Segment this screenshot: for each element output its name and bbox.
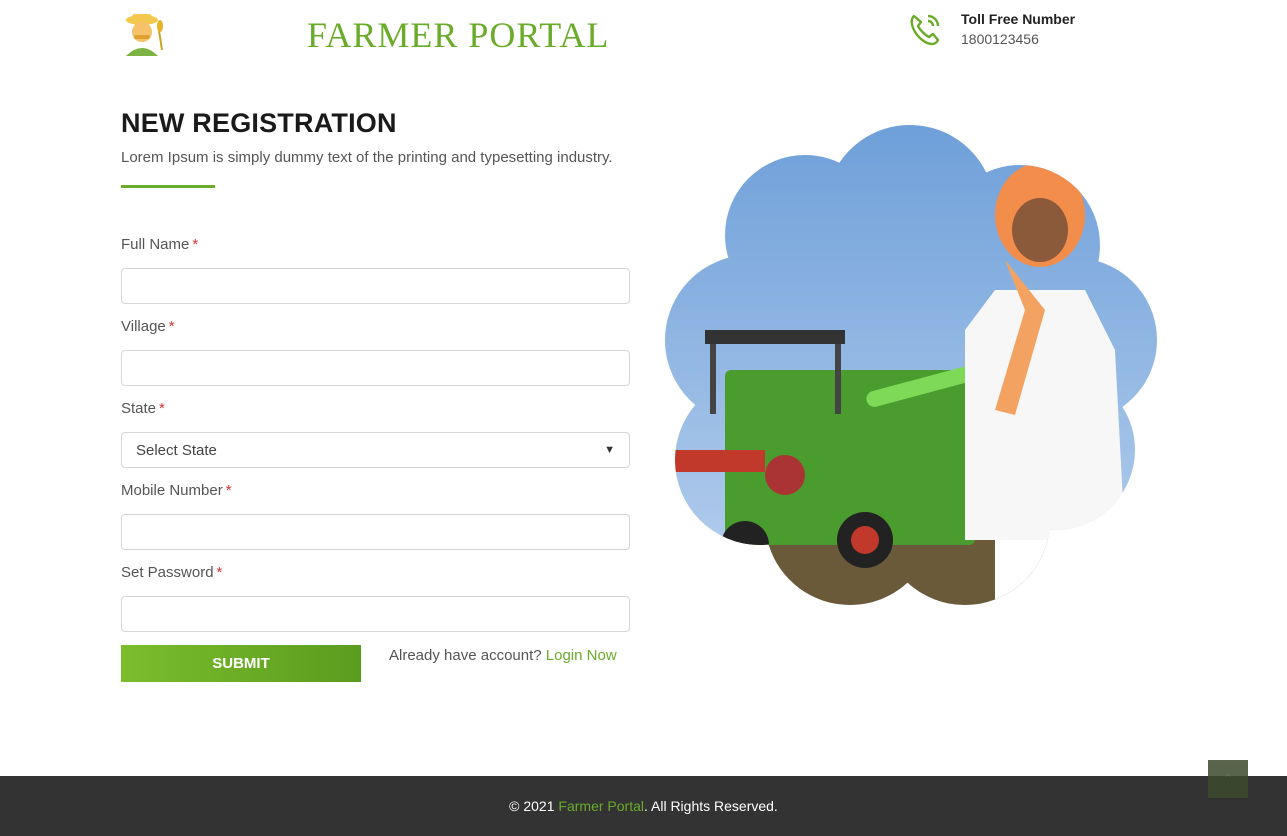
password-group: Set Password * — [121, 564, 630, 632]
required-mark: * — [192, 236, 199, 253]
village-label: Village * — [121, 318, 175, 335]
state-group: State * Select State ▼ — [121, 400, 630, 468]
title-divider — [121, 185, 215, 188]
required-mark: * — [168, 318, 175, 335]
full-name-group: Full Name * — [121, 236, 630, 304]
village-group: Village * — [121, 318, 630, 386]
copyright-suffix: . All Rights Reserved. — [643, 798, 778, 814]
page-title: NEW REGISTRATION — [121, 108, 397, 138]
state-select-value: Select State — [136, 441, 217, 459]
state-select[interactable]: Select State ▼ — [121, 432, 630, 468]
toll-free-block: Toll Free Number 1800123456 — [961, 10, 1075, 50]
full-name-label: Full Name * — [121, 236, 199, 253]
state-label: State * — [121, 400, 165, 417]
mobile-group: Mobile Number * — [121, 482, 630, 550]
submit-button[interactable]: SUBMIT — [121, 645, 361, 682]
password-label: Set Password * — [121, 564, 223, 581]
required-mark: * — [225, 482, 232, 499]
password-input[interactable] — [121, 596, 630, 632]
page-subtitle: Lorem Ipsum is simply dummy text of the … — [121, 149, 613, 166]
toll-free-number[interactable]: 1800123456 — [961, 28, 1075, 50]
mobile-label: Mobile Number * — [121, 482, 232, 499]
mobile-input[interactable] — [121, 514, 630, 550]
farmer-photo — [665, 125, 1157, 605]
required-mark: * — [159, 400, 165, 417]
village-input[interactable] — [121, 350, 630, 386]
header: FARMER PORTAL Toll Free Number 180012345… — [0, 0, 1287, 70]
login-prompt: Already have account? Login Now — [389, 647, 617, 664]
registration-form: NEW REGISTRATION Lorem Ipsum is simply d… — [121, 100, 631, 682]
farmer-logo-icon[interactable] — [120, 10, 168, 58]
brand-title[interactable]: FARMER PORTAL — [307, 14, 609, 56]
chevron-down-icon: ▼ — [604, 444, 615, 456]
toll-free-label: Toll Free Number — [961, 11, 1076, 27]
login-now-link[interactable]: Login Now — [546, 647, 617, 664]
scroll-top-button[interactable]: ⌃ — [1208, 760, 1248, 798]
footer: © 2021 Farmer Portal. All Rights Reserve… — [0, 776, 1287, 836]
full-name-input[interactable] — [121, 268, 630, 304]
login-prompt-text: Already have account? — [389, 647, 542, 664]
phone-call-icon — [910, 14, 940, 46]
copyright-prefix: © 2021 — [509, 798, 555, 814]
footer-brand-link[interactable]: Farmer Portal — [558, 798, 644, 814]
chevron-up-icon: ⌃ — [1222, 770, 1234, 787]
required-mark: * — [216, 564, 223, 581]
